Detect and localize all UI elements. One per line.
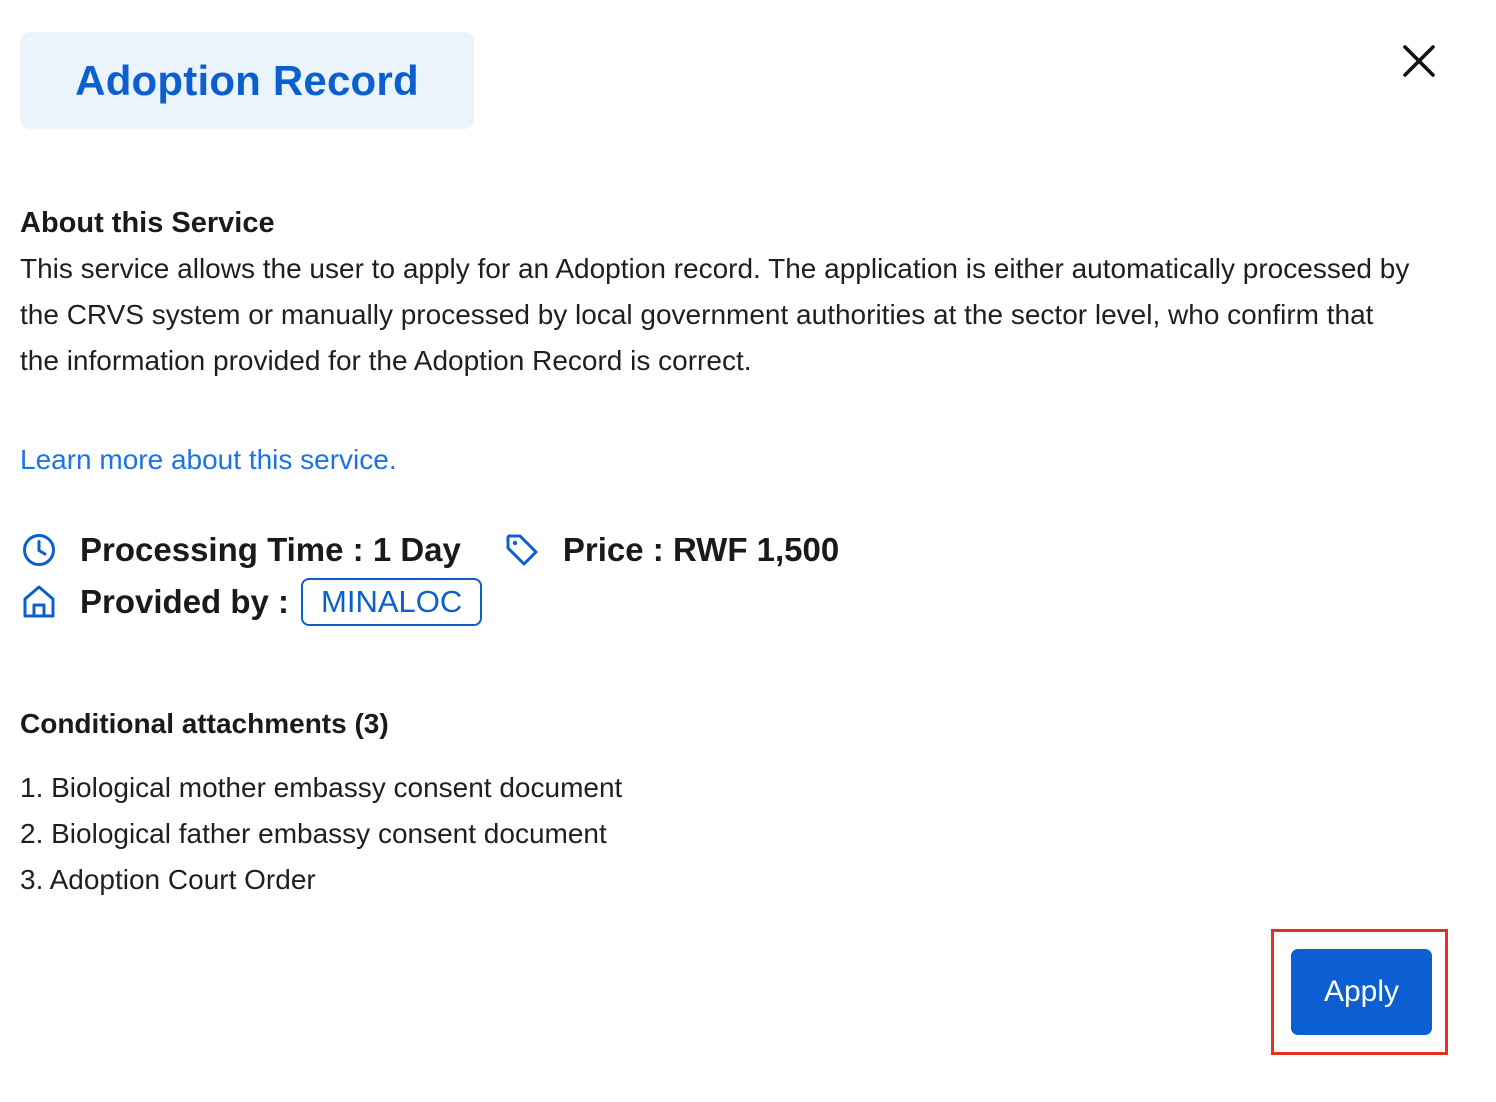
attachments-list: 1. Biological mother embassy consent doc… [20,765,622,903]
price: Price : RWF 1,500 [562,531,840,568]
modal-title-chip: Adoption Record [20,32,474,129]
list-item: 3. Adoption Court Order [20,864,316,895]
list-item: 1. Biological mother embassy consent doc… [20,772,623,803]
tag-icon [503,531,541,569]
clock-icon [20,531,58,569]
apply-button[interactable]: Apply [1291,949,1432,1035]
list-item: 2. Biological father embassy consent doc… [20,818,607,849]
service-meta-row: Processing Time : 1 Day Price : RWF 1,50… [20,526,839,574]
about-description: This service allows the user to apply fo… [20,253,1410,376]
about-heading: About this Service [20,207,275,239]
attachments-heading: Conditional attachments (3) [20,708,389,739]
home-icon [20,583,58,621]
provider-chip[interactable]: MINALOC [301,578,483,626]
close-button[interactable] [1396,38,1442,84]
close-icon [1403,45,1435,77]
learn-more-link[interactable]: Learn more about this service. [20,440,397,480]
provider-row: Provided by : MINALOC [20,576,483,628]
processing-time: Processing Time : 1 Day [80,531,461,568]
modal-title: Adoption Record [75,56,419,104]
provided-by-label: Provided by : [80,583,290,620]
